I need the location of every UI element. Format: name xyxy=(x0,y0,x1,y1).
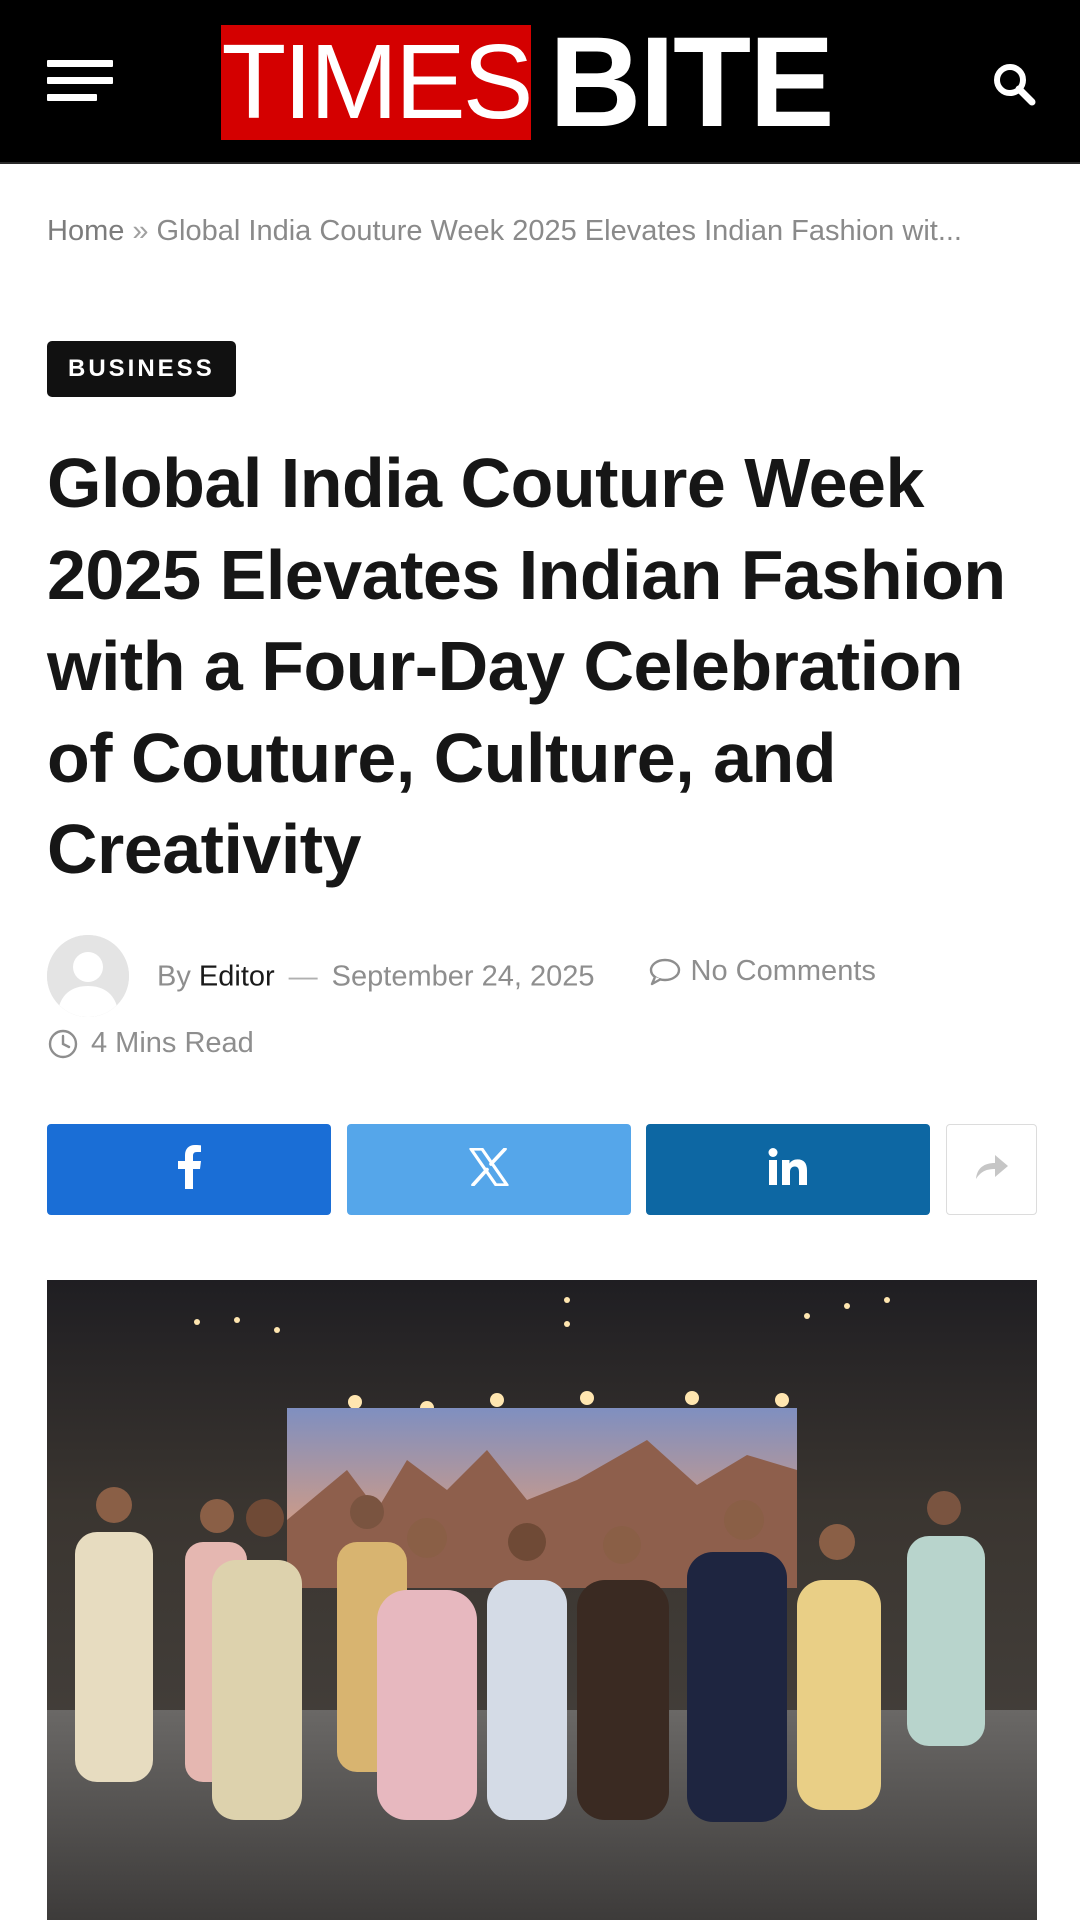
article-meta: By Editor — September 24, 2025 No Comments xyxy=(157,955,876,994)
meta-dash: — xyxy=(288,960,318,993)
linkedin-icon xyxy=(768,1148,808,1191)
share-x-button[interactable] xyxy=(347,1124,631,1215)
by-label: By xyxy=(157,960,191,993)
site-header: TIMES BITE xyxy=(0,0,1080,164)
facebook-icon xyxy=(176,1145,202,1194)
comment-icon xyxy=(649,958,681,986)
comments-count: No Comments xyxy=(690,955,876,987)
share-arrow-icon xyxy=(974,1153,1010,1186)
clock-icon xyxy=(47,1028,79,1060)
comments-link[interactable]: No Comments xyxy=(649,955,876,988)
author-avatar[interactable] xyxy=(47,935,129,1017)
read-time-text: 4 Mins Read xyxy=(91,1027,254,1059)
breadcrumb-home-link[interactable]: Home xyxy=(47,215,124,247)
search-icon[interactable] xyxy=(990,60,1038,108)
logo-bite-text: BITE xyxy=(549,11,835,154)
hamburger-menu-icon[interactable] xyxy=(47,58,113,104)
category-badge[interactable]: BUSINESS xyxy=(47,341,236,397)
breadcrumb-separator: » xyxy=(132,215,149,247)
share-linkedin-button[interactable] xyxy=(646,1124,930,1215)
read-time: 4 Mins Read xyxy=(47,1027,254,1060)
publish-date: September 24, 2025 xyxy=(331,960,595,993)
article-title: Global India Couture Week 2025 Elevates … xyxy=(47,444,1006,888)
breadcrumb: Home» Global India Couture Week 2025 Elev… xyxy=(47,215,1047,248)
share-more-button[interactable] xyxy=(946,1124,1037,1215)
runway-photo-illustration xyxy=(47,1280,1037,1920)
x-icon xyxy=(469,1147,509,1191)
site-logo[interactable]: TIMES BITE xyxy=(221,19,846,147)
share-facebook-button[interactable] xyxy=(47,1124,331,1215)
author-link[interactable]: Editor xyxy=(199,961,275,993)
logo-times-text: TIMES xyxy=(221,23,533,141)
article-hero-image[interactable] xyxy=(47,1280,1037,1920)
breadcrumb-current: Global India Couture Week 2025 Elevates … xyxy=(156,215,963,247)
